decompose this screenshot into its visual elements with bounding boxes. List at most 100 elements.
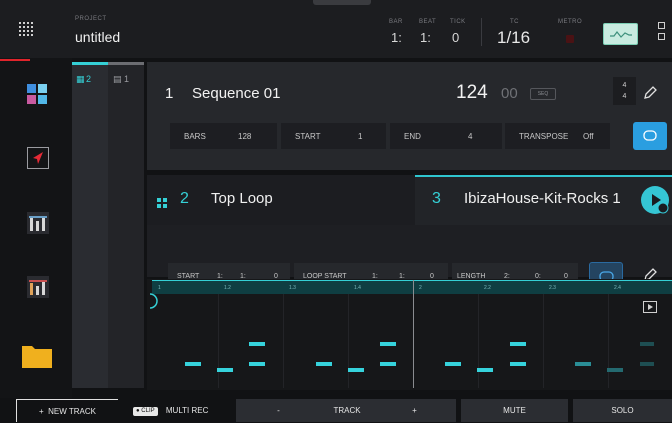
bars-value: 128	[238, 132, 252, 141]
timing-correct-value[interactable]: 1/16	[497, 28, 530, 48]
note-event[interactable]	[217, 368, 233, 372]
note-event[interactable]	[640, 342, 654, 346]
ruler-tick: 1	[158, 285, 161, 291]
channel-mixer-icon[interactable]	[27, 276, 49, 303]
window-icons[interactable]	[658, 22, 666, 44]
tab-grid-icon: ▦	[76, 74, 85, 84]
end-value: 4	[468, 132, 473, 141]
track-number[interactable]: 2	[180, 190, 189, 208]
transpose-label: TRANSPOSE	[519, 132, 569, 141]
sequence-loop-button[interactable]	[633, 122, 667, 150]
grid-line	[283, 294, 284, 388]
waveform-overview-button[interactable]	[603, 23, 638, 45]
grid-line	[348, 294, 349, 388]
track-plus-button[interactable]: +	[373, 399, 456, 422]
project-name[interactable]: untitled	[75, 29, 120, 45]
new-track-button[interactable]: + NEW TRACK	[16, 399, 118, 422]
note-event[interactable]	[316, 362, 332, 366]
time-signature[interactable]: 4 4	[613, 77, 636, 105]
menu-grid-icon[interactable]	[19, 22, 34, 37]
note-event[interactable]	[575, 362, 591, 366]
transpose-param[interactable]: TRANSPOSE Off	[505, 123, 610, 149]
edit-pencil-icon[interactable]	[643, 86, 657, 105]
note-event[interactable]	[185, 362, 201, 366]
note-event[interactable]	[249, 362, 265, 366]
note-event[interactable]	[380, 362, 396, 366]
grid-line	[218, 294, 219, 388]
metronome-indicator[interactable]	[566, 35, 574, 43]
start-value: 1	[358, 132, 363, 141]
loop-icon	[643, 130, 657, 141]
plus-icon: +	[39, 407, 44, 416]
loop-start-marker-icon[interactable]	[149, 293, 159, 314]
playhead	[413, 280, 414, 388]
pad-grid-icon[interactable]	[27, 84, 47, 109]
bars-label: BARS	[184, 132, 206, 141]
time-signature-bottom: 4	[622, 93, 627, 100]
ruler-tick: 2.3	[549, 285, 556, 291]
note-event[interactable]	[510, 362, 526, 366]
multi-rec-label: MULTI REC	[165, 406, 209, 415]
beat-value[interactable]: 1:	[420, 30, 431, 45]
transpose-value: Off	[583, 132, 594, 141]
seq-tempo-badge[interactable]: SEQ	[530, 88, 556, 100]
ruler-tick: 1.4	[354, 285, 361, 291]
sidebar-accent	[0, 59, 30, 61]
note-event[interactable]	[445, 362, 461, 366]
tab-track-2-label: 2	[86, 74, 92, 84]
metro-label: METRO	[558, 19, 583, 25]
track-name[interactable]: Top Loop	[211, 190, 273, 207]
clip-view-icon[interactable]	[643, 300, 657, 318]
end-label: END	[404, 132, 421, 141]
beat-label: BEAT	[419, 19, 437, 25]
sequence-number[interactable]: 1	[165, 85, 173, 102]
sequence-panel	[147, 62, 672, 170]
multi-rec-button[interactable]: ● CLIP MULTI REC	[126, 399, 230, 422]
sequence-name[interactable]: Sequence 01	[192, 85, 280, 102]
start-param[interactable]: START 1	[281, 123, 386, 149]
mixer-icon[interactable]	[27, 212, 49, 239]
grid-line	[478, 294, 479, 388]
ruler-tick: 2.4	[614, 285, 621, 291]
window-alt-icon[interactable]	[658, 33, 665, 40]
mute-button[interactable]: MUTE	[461, 399, 568, 422]
new-track-label: NEW TRACK	[48, 407, 96, 416]
note-event[interactable]	[477, 368, 493, 372]
note-event[interactable]	[249, 342, 265, 346]
note-event[interactable]	[607, 368, 623, 372]
end-param[interactable]: END 4	[390, 123, 502, 149]
ruler-tick: 2	[419, 285, 422, 291]
track-play-button[interactable]	[641, 186, 669, 214]
bar-value[interactable]: 1:	[391, 30, 402, 45]
track-label: TRACK	[321, 399, 373, 422]
program-number[interactable]: 3	[432, 190, 441, 208]
bpm-value[interactable]: 124	[456, 82, 488, 104]
note-event[interactable]	[380, 342, 396, 346]
grid-line	[608, 294, 609, 388]
note-event[interactable]	[510, 342, 526, 346]
tab-keyboard-icon: ▤	[113, 74, 122, 84]
solo-button[interactable]: SOLO	[573, 399, 672, 422]
folder-icon[interactable]	[22, 343, 53, 374]
bar-label: BAR	[389, 19, 403, 25]
waveform-icon	[610, 31, 632, 38]
tab-track-1[interactable]: ▤ 1	[108, 62, 144, 388]
automation-arrow-icon[interactable]	[27, 147, 49, 174]
note-grid[interactable]	[147, 279, 672, 390]
window-icon[interactable]	[658, 22, 665, 29]
tick-label: TICK	[450, 19, 466, 25]
project-label: PROJECT	[75, 16, 107, 22]
clip-badge-label: CLIP	[141, 408, 155, 414]
top-pull-tab[interactable]	[313, 0, 371, 5]
bpm-decimal[interactable]: 00	[501, 85, 518, 102]
track-minus-button[interactable]: -	[236, 399, 321, 422]
tab-track-2[interactable]: ▦ 2	[72, 62, 108, 388]
note-event[interactable]	[640, 362, 654, 366]
tick-value[interactable]: 0	[452, 30, 459, 45]
drum-track-icon	[157, 195, 167, 213]
note-event[interactable]	[348, 368, 364, 372]
bars-param[interactable]: BARS 128	[170, 123, 277, 149]
start-label: START	[295, 132, 321, 141]
program-name[interactable]: IbizaHouse-Kit-Rocks 1	[464, 190, 621, 207]
clip-badge: ● CLIP	[133, 407, 158, 416]
